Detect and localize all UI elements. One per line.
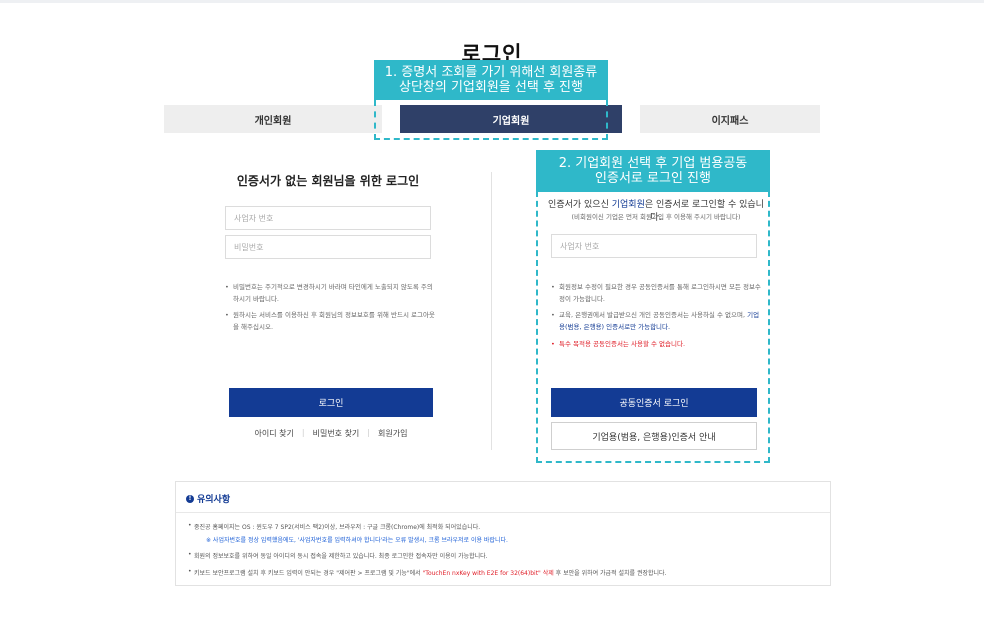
annotation-step-1-line2: 상단창의 기업회원을 선택 후 진행 [399, 80, 583, 95]
cert-guide-button[interactable]: 기업용(범용, 은행용)인증서 안내 [551, 422, 757, 450]
login-button[interactable]: 로그인 [229, 388, 433, 417]
cert-login-subtext: (비회원이신 기업은 먼저 회원가입 후 이용해 주시기 바랍니다) [571, 213, 741, 221]
panel-divider [491, 172, 492, 450]
cert-login-button[interactable]: 공동인증서 로그인 [551, 388, 757, 417]
keyboard-text-2: 후 보안을 위하여 가급적 설치를 권장합니다. [553, 570, 667, 577]
password-notice: 비밀번호는 주기적으로 변경하시기 바라며 타인에게 노출되지 않도록 주의하시… [225, 281, 435, 305]
find-id-link[interactable]: 아이디 찾기 [247, 428, 302, 439]
annotation-step-1-line1: 1. 증명서 조회를 가기 위해선 회원종류 [384, 65, 598, 80]
notice-line-keyboard: 키보드 보안프로그램 설치 후 키보드 입력이 안되는 경우 "제어판 > 프로… [188, 568, 666, 577]
tab-easypass[interactable]: 이지패스 [640, 105, 820, 133]
password-input[interactable] [225, 235, 431, 259]
annotation-step-2: 2. 기업회원 선택 후 기업 범용공동 인증서로 로그인 진행 [536, 150, 770, 192]
top-border [0, 0, 984, 3]
account-links: 아이디 찾기 | 비밀번호 찾기 | 회원가입 [229, 428, 433, 439]
find-password-link[interactable]: 비밀번호 찾기 [305, 428, 368, 439]
business-number-input[interactable] [225, 206, 431, 230]
notice-line-browser-sub: ※ 사업자번호를 정상 입력했음에도, '사업자번호를 입력하셔야 합니다'라는… [206, 537, 508, 544]
notice-line-session: 회원의 정보보호를 위하여 동일 아이디의 동시 접속을 제한하고 있습니다. … [188, 551, 488, 560]
special-cert-warning: 특수 목적용 공동인증서는 사용할 수 없습니다. [551, 338, 763, 350]
member-info-notice: 회원정보 수정이 필요한 경우 공동인증서를 통해 로그인하시면 모든 정보수정… [551, 281, 763, 305]
notice-divider [176, 512, 830, 513]
annotation-step-2-line1: 2. 기업회원 선택 후 기업 범용공동 [558, 156, 748, 171]
desc-text-1: 인증서가 있으신 [548, 200, 612, 210]
keyboard-text-red: "TouchEn nxKey with E2E for 32(64)bit" 삭… [422, 570, 554, 577]
notice-line-browser: 중진공 홈페이지는 OS : 윈도우 7 SP2(서비스 팩2)이상, 브라우저… [188, 522, 480, 531]
annotation-step-2-line2: 인증서로 로그인 진행 [595, 171, 711, 186]
notice-box: ! 유의사항 중진공 홈페이지는 OS : 윈도우 7 SP2(서비스 팩2)이… [175, 481, 831, 586]
logout-notice: 원하시는 서비스를 이용하신 후 회원님의 정보보호를 위해 반드시 로그아웃을… [225, 309, 435, 333]
info-icon: ! [186, 494, 194, 503]
notice-header: ! 유의사항 [186, 492, 230, 505]
annotation-step-1: 1. 증명서 조회를 가기 위해선 회원종류 상단창의 기업회원을 선택 후 진… [374, 60, 608, 100]
signup-link[interactable]: 회원가입 [370, 428, 415, 439]
no-cert-login-title: 인증서가 없는 회원님을 위한 로그인 [236, 174, 420, 188]
desc-highlight: 기업회원 [611, 200, 645, 210]
tab-personal-member[interactable]: 개인회원 [164, 105, 382, 133]
cert-type-notice: 교육, 은행권에서 발급받으신 개인 공동인증서는 사용하실 수 없으며, 기업… [551, 309, 763, 333]
annotation-highlight-1 [374, 100, 608, 140]
notice-title: 유의사항 [197, 495, 231, 505]
cert-type-text: 교육, 은행권에서 발급받으신 개인 공동인증서는 사용하실 수 없으며, [559, 311, 748, 319]
keyboard-text-1: 키보드 보안프로그램 설치 후 키보드 입력이 안되는 경우 "제어판 > 프로… [194, 570, 423, 577]
cert-business-number-input[interactable] [551, 234, 757, 258]
